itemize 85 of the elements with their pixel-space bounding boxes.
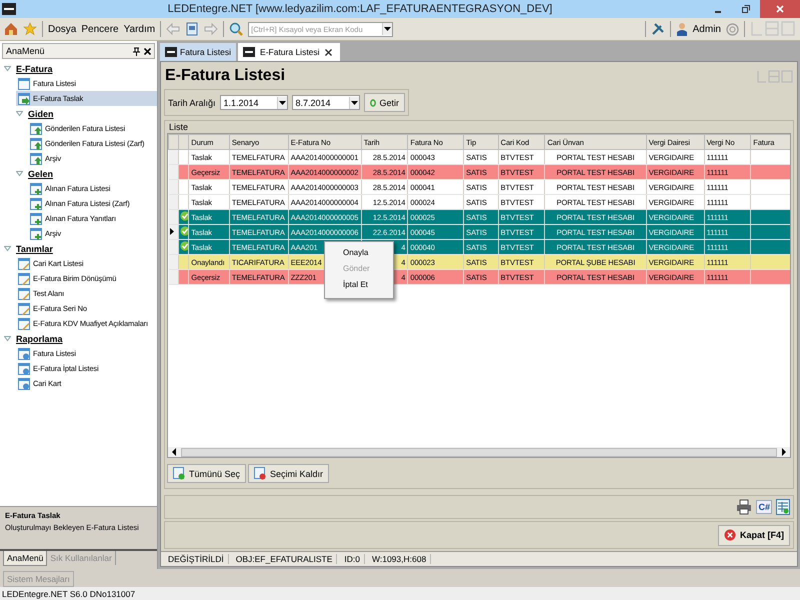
close-icon <box>724 529 736 541</box>
dropdown-icon[interactable] <box>276 96 287 108</box>
status-cell: W:1093,H:608 <box>368 554 432 564</box>
page-title: E-Fatura Listesi <box>165 67 286 85</box>
close-icon <box>776 5 784 13</box>
list-button[interactable]: Tümünü Seç <box>167 464 246 483</box>
dropdown-icon[interactable] <box>382 23 392 35</box>
tree-group[interactable]: Tanımlar <box>14 244 55 254</box>
close-icon[interactable] <box>324 48 332 56</box>
restore-icon[interactable] <box>741 4 751 14</box>
tree-group[interactable]: Giden <box>26 108 56 118</box>
check-icon[interactable] <box>180 211 188 221</box>
expander-icon[interactable] <box>4 65 11 72</box>
form-icon <box>30 228 42 240</box>
form-icon <box>18 302 30 314</box>
date-range-label: Tarih Aralığı <box>168 98 216 108</box>
user-icon[interactable] <box>676 22 688 36</box>
app-logo-icon <box>2 3 16 15</box>
scroll-right-icon[interactable] <box>781 448 787 456</box>
tree-group[interactable]: Raporlama <box>14 334 65 344</box>
expander-icon[interactable] <box>4 335 11 342</box>
form-icon <box>18 258 30 270</box>
expander-icon[interactable] <box>16 110 23 117</box>
menu-item[interactable]: Dosya <box>48 24 76 34</box>
form-icon <box>30 152 42 164</box>
panel-tab[interactable]: AnaMenü <box>3 551 48 566</box>
expander-icon[interactable] <box>16 170 23 177</box>
form-icon <box>30 182 42 194</box>
status-icon <box>370 98 376 106</box>
horizontal-scrollbar[interactable] <box>168 447 790 457</box>
pin-icon[interactable] <box>133 46 140 56</box>
form-icon <box>18 78 30 90</box>
check-icon[interactable] <box>180 226 188 236</box>
end-date-field[interactable]: 8.7.2014 <box>292 95 360 110</box>
panel-title: AnaMenü <box>6 46 45 56</box>
status-text: LEDEntegre.NET S6.0 DNo131007 <box>2 588 136 598</box>
form-icon <box>173 467 185 480</box>
close-button[interactable] <box>760 0 800 18</box>
menu-item[interactable]: Onayla <box>325 246 393 262</box>
document-tab[interactable]: E-Fatura Listesi <box>238 43 340 61</box>
close-icon[interactable] <box>144 48 151 54</box>
code-file-button[interactable]: C# <box>756 500 772 514</box>
form-icon <box>18 288 30 300</box>
status-cell: DEĞİŞTİRİLDİ <box>164 554 229 564</box>
document-icon[interactable] <box>185 22 200 36</box>
printer-icon[interactable] <box>736 499 752 515</box>
home-icon[interactable] <box>4 22 18 36</box>
form-icon <box>30 212 42 224</box>
document-tab[interactable]: Fatura Listesi <box>160 43 236 61</box>
form-icon <box>18 272 30 284</box>
start-date-field[interactable]: 1.1.2014 <box>220 95 288 110</box>
form-icon <box>18 348 30 360</box>
menu-item[interactable]: Pencere <box>81 24 119 34</box>
spreadsheet-icon[interactable] <box>776 499 790 515</box>
group-title: Liste <box>168 121 190 133</box>
form-icon <box>30 138 42 150</box>
check-icon[interactable] <box>180 241 188 251</box>
form-icon <box>18 378 30 390</box>
menu-item[interactable]: İptal Et <box>325 278 393 294</box>
form-icon <box>30 198 42 210</box>
app-logo-icon <box>243 47 256 57</box>
form-icon <box>18 362 30 374</box>
tree-group[interactable]: E-Fatura <box>14 64 55 74</box>
expander-icon[interactable] <box>4 245 11 252</box>
window-title: LEDEntegre.NET [www.ledyazilim.com:LAF_EFATURAENTEGRASYON_DEV] <box>166 3 554 15</box>
form-icon <box>18 318 30 330</box>
search-icon[interactable] <box>229 22 244 36</box>
list-button[interactable]: Seçimi Kaldır <box>248 464 330 483</box>
tree-group[interactable]: Gelen <box>26 168 56 178</box>
close-form-button[interactable]: Kapat [F4] <box>718 524 790 546</box>
fetch-button[interactable]: Getir <box>364 93 406 112</box>
star-icon[interactable] <box>23 22 37 36</box>
menu-item[interactable]: Yardım <box>124 24 156 34</box>
form-icon <box>30 122 42 134</box>
tools-icon[interactable] <box>650 22 665 36</box>
form-icon <box>254 467 266 480</box>
dropdown-icon[interactable] <box>348 96 359 108</box>
logo-icon <box>750 21 796 37</box>
scroll-left-icon[interactable] <box>171 448 177 456</box>
status-cell: ID:0 <box>340 554 365 564</box>
user-name[interactable]: Admin <box>692 24 721 34</box>
form-icon <box>18 92 30 104</box>
logo-icon <box>757 70 793 82</box>
status-cell: OBJ:EF_EFATURALISTE <box>232 554 338 564</box>
app-logo-icon <box>165 47 177 57</box>
